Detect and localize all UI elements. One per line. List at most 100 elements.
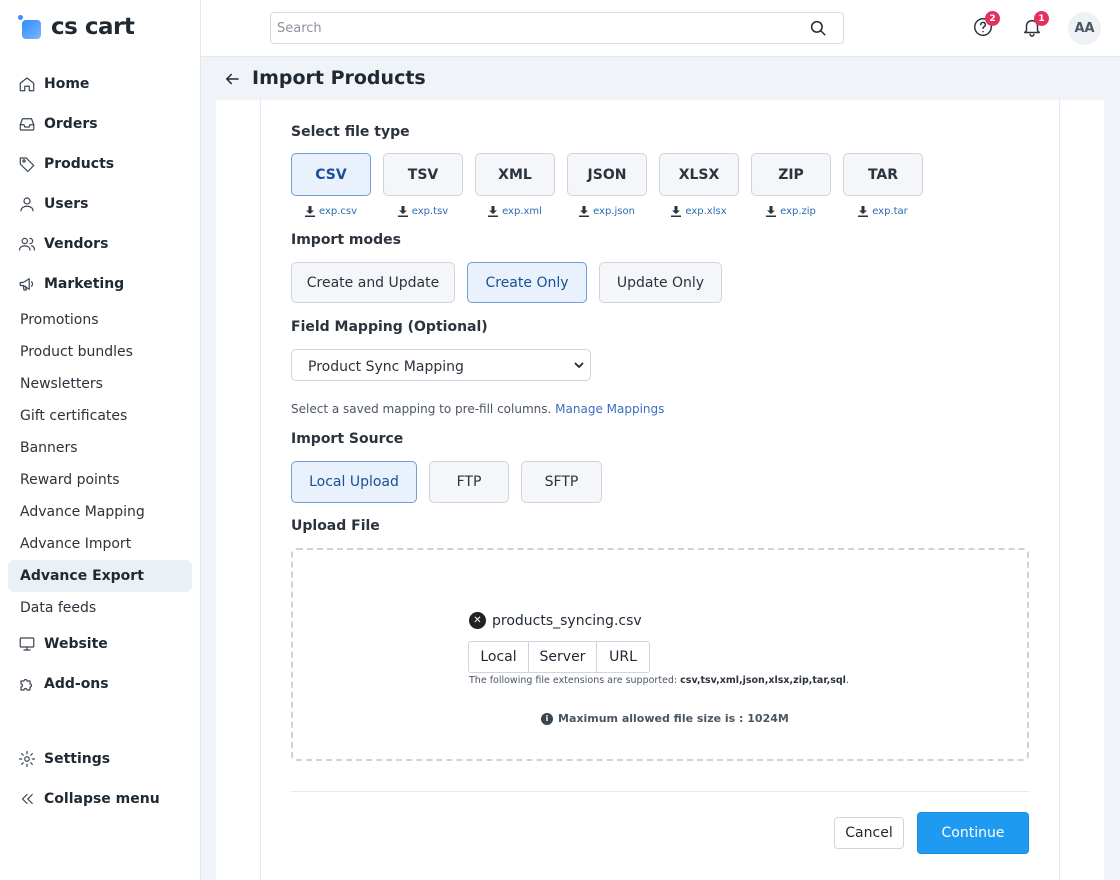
file-type-label: Select file type — [291, 124, 410, 140]
sidebar: cs cart Home Orders Products Users Vendo… — [0, 0, 201, 880]
search-box[interactable] — [270, 12, 844, 44]
sidebar-subitem-data-feeds[interactable]: Data feeds — [8, 592, 192, 624]
logo[interactable]: cs cart — [18, 12, 135, 42]
ext-prefix: The following file extensions are suppor… — [469, 675, 678, 686]
sidebar-subitem-advance-mapping[interactable]: Advance Mapping — [8, 496, 192, 528]
collapse-menu-label: Collapse menu — [44, 791, 160, 807]
download-label: exp.tar — [872, 206, 908, 217]
sidebar-item-vendors[interactable]: Vendors — [8, 228, 192, 260]
monitor-icon — [17, 634, 37, 654]
selected-file-name: products_syncing.csv — [492, 612, 642, 629]
manage-mappings-link[interactable]: Manage Mappings — [555, 402, 664, 416]
upload-source-server[interactable]: Server — [529, 642, 597, 672]
chevron-down-icon — [574, 362, 584, 368]
collapse-menu-button[interactable]: Collapse menu — [8, 783, 192, 815]
continue-button[interactable]: Continue — [917, 812, 1029, 854]
help-badge: 2 — [985, 11, 1000, 26]
sidebar-item-label: Add-ons — [44, 676, 109, 692]
download-label: exp.xml — [502, 206, 542, 217]
sidebar-subitem-advance-export[interactable]: Advance Export — [8, 560, 192, 592]
source-local-upload-button[interactable]: Local Upload — [291, 461, 417, 503]
sidebar-subitem-product-bundles[interactable]: Product bundles — [8, 336, 192, 368]
info-icon: i — [541, 712, 553, 725]
max-file-size-note: i Maximum allowed file size is : 1024M — [541, 712, 789, 725]
back-arrow-icon[interactable] — [223, 70, 241, 88]
sidebar-item-settings[interactable]: Settings — [8, 743, 192, 775]
sidebar-item-label: Products — [44, 156, 115, 172]
file-dropzone[interactable] — [291, 548, 1029, 761]
sidebar-item-users[interactable]: Users — [8, 188, 192, 220]
download-sample-csv[interactable]: exp.csv — [291, 206, 371, 217]
import-source-label: Import Source — [291, 431, 404, 447]
ext-list: csv,tsv,xml,json,xlsx,zip,tar,sql — [680, 675, 846, 686]
megaphone-icon — [17, 274, 37, 294]
file-type-json-button[interactable]: JSON — [567, 153, 647, 196]
avatar[interactable]: AA — [1068, 12, 1101, 45]
home-icon — [17, 74, 37, 94]
tag-icon — [17, 154, 37, 174]
sidebar-item-label: Settings — [44, 751, 111, 767]
download-icon — [397, 206, 408, 217]
sidebar-subitem-advance-import[interactable]: Advance Import — [8, 528, 192, 560]
download-label: exp.json — [593, 206, 635, 217]
upload-source-tabs: Local Server URL — [468, 641, 650, 673]
search-input[interactable] — [271, 13, 791, 43]
sidebar-item-addons[interactable]: Add-ons — [8, 668, 192, 700]
download-icon — [488, 206, 499, 217]
sidebar-item-label: Vendors — [44, 236, 109, 252]
puzzle-icon — [17, 674, 37, 694]
file-type-xml-button[interactable]: XML — [475, 153, 555, 196]
import-modes-label: Import modes — [291, 232, 401, 248]
file-type-tar-button[interactable]: TAR — [843, 153, 923, 196]
field-mapping-help: Select a saved mapping to pre-fill colum… — [291, 402, 664, 416]
source-ftp-button[interactable]: FTP — [429, 461, 509, 503]
max-file-size-text: Maximum allowed file size is : 1024M — [558, 712, 789, 725]
search-icon[interactable] — [809, 19, 827, 37]
download-sample-xml[interactable]: exp.xml — [475, 206, 555, 217]
download-sample-zip[interactable]: exp.zip — [751, 206, 831, 217]
source-sftp-button[interactable]: SFTP — [521, 461, 602, 503]
field-mapping-label: Field Mapping (Optional) — [291, 319, 488, 335]
sidebar-subitem-gift-certificates[interactable]: Gift certificates — [8, 400, 192, 432]
download-label: exp.zip — [780, 206, 816, 217]
sidebar-item-home[interactable]: Home — [8, 68, 192, 100]
mode-create-and-update-button[interactable]: Create and Update — [291, 262, 455, 303]
upload-file-label: Upload File — [291, 518, 380, 534]
field-mapping-value: Product Sync Mapping — [308, 359, 464, 375]
sidebar-item-website[interactable]: Website — [8, 628, 192, 660]
sidebar-item-label: Marketing — [44, 276, 125, 292]
sidebar-subitem-banners[interactable]: Banners — [8, 432, 192, 464]
field-mapping-help-text: Select a saved mapping to pre-fill colum… — [291, 402, 552, 416]
sidebar-item-marketing[interactable]: Marketing — [8, 268, 192, 300]
file-type-tsv-button[interactable]: TSV — [383, 153, 463, 196]
file-type-zip-button[interactable]: ZIP — [751, 153, 831, 196]
download-sample-json[interactable]: exp.json — [567, 206, 647, 217]
upload-source-local[interactable]: Local — [469, 642, 529, 672]
mode-create-only-button[interactable]: Create Only — [467, 262, 587, 303]
download-icon — [858, 206, 869, 217]
users-icon — [17, 234, 37, 254]
form-divider — [291, 791, 1029, 792]
sidebar-subitem-newsletters[interactable]: Newsletters — [8, 368, 192, 400]
field-mapping-select[interactable]: Product Sync Mapping — [291, 349, 591, 381]
file-type-xlsx-button[interactable]: XLSX — [659, 153, 739, 196]
remove-file-icon[interactable]: ✕ — [469, 612, 486, 629]
sidebar-subitem-promotions[interactable]: Promotions — [8, 304, 192, 336]
download-sample-xlsx[interactable]: exp.xlsx — [659, 206, 739, 217]
sidebar-subitem-reward-points[interactable]: Reward points — [8, 464, 192, 496]
double-chevron-left-icon — [17, 789, 37, 809]
download-sample-tsv[interactable]: exp.tsv — [383, 206, 463, 217]
help-button[interactable]: 2 — [972, 11, 1000, 38]
cancel-button[interactable]: Cancel — [834, 817, 904, 849]
download-label: exp.xlsx — [685, 206, 727, 217]
download-label: exp.tsv — [411, 206, 449, 217]
user-icon — [17, 194, 37, 214]
sidebar-item-orders[interactable]: Orders — [8, 108, 192, 140]
download-sample-tar[interactable]: exp.tar — [843, 206, 923, 217]
file-type-csv-button[interactable]: CSV — [291, 153, 371, 196]
sidebar-item-products[interactable]: Products — [8, 148, 192, 180]
mode-update-only-button[interactable]: Update Only — [599, 262, 722, 303]
upload-source-url[interactable]: URL — [597, 642, 649, 672]
notifications-button[interactable]: 1 — [1021, 11, 1049, 38]
supported-extensions-note: The following file extensions are suppor… — [469, 675, 849, 686]
